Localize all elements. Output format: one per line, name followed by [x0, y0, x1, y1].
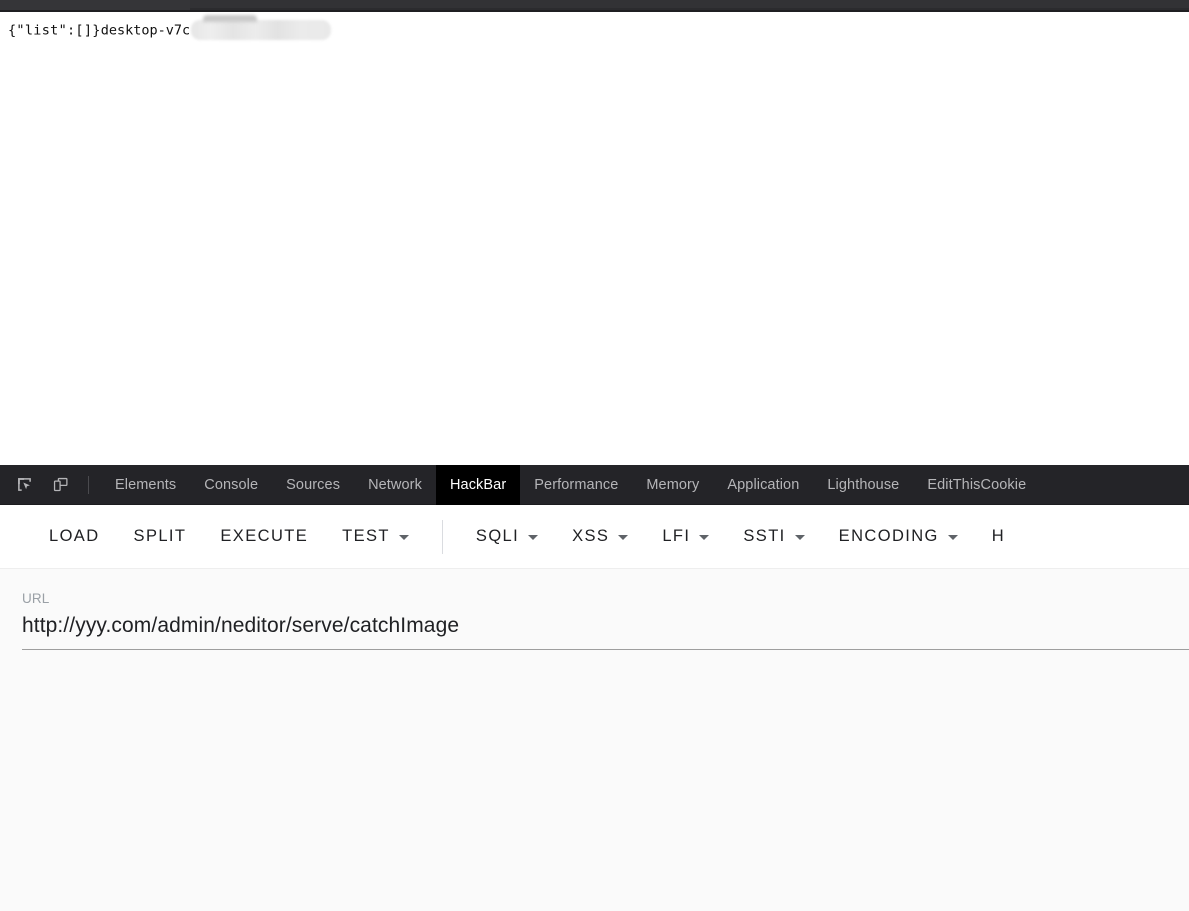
tab-network-label: Network	[368, 476, 422, 493]
url-field-label: URL	[22, 591, 50, 606]
tab-console[interactable]: Console	[190, 465, 272, 505]
load-button-label: LOAD	[49, 527, 100, 545]
toolbar-divider	[88, 475, 89, 494]
tab-sources-label: Sources	[286, 476, 341, 493]
tab-performance[interactable]: Performance	[520, 465, 632, 505]
sqli-menu-label: SQLI	[475, 527, 520, 545]
chevron-down-icon	[699, 535, 710, 540]
tab-performance-label: Performance	[534, 476, 619, 493]
chevron-down-icon	[618, 535, 629, 540]
redacted-hostname-block-cap	[203, 15, 257, 22]
encoding-menu-label: ENCODING	[838, 527, 939, 545]
tab-application[interactable]: Application	[713, 465, 813, 505]
url-input-underline	[22, 649, 1189, 650]
tab-memory[interactable]: Memory	[632, 465, 713, 505]
split-button-label: SPLIT	[133, 527, 187, 545]
devtools-tab-bar: Elements Console Sources Network HackBar…	[0, 464, 1189, 505]
tab-elements-label: Elements	[115, 476, 177, 493]
hashing-menu-label: H	[991, 527, 1006, 545]
tab-application-label: Application	[727, 476, 800, 493]
lfi-menu-label: LFI	[662, 527, 691, 545]
tab-hackbar[interactable]: HackBar	[435, 464, 521, 505]
redacted-hostname-block	[191, 20, 332, 40]
load-button[interactable]: LOAD	[32, 519, 117, 554]
tab-memory-label: Memory	[646, 476, 700, 493]
tab-sources[interactable]: Sources	[272, 465, 354, 505]
page-viewport: {"list":[]}desktop-v7c	[0, 12, 1189, 465]
tab-editthiscookie-label: EditThisCookie	[927, 476, 1027, 493]
device-toolbar-icon[interactable]	[46, 471, 74, 499]
tab-hackbar-label: HackBar	[449, 476, 507, 493]
page-response-text: {"list":[]}desktop-v7c	[8, 20, 332, 41]
ssti-menu-button[interactable]: SSTI	[726, 519, 821, 554]
hackbar-panel: LOAD SPLIT EXECUTE TEST SQLI XSS LFI SST…	[0, 505, 1189, 911]
lfi-menu-button[interactable]: LFI	[645, 519, 726, 554]
url-field-group: URL http://yyy.com/admin/neditor/serve/c…	[22, 590, 1189, 650]
sqli-menu-button[interactable]: SQLI	[459, 519, 555, 554]
split-button[interactable]: SPLIT	[117, 519, 204, 554]
hostname-text: desktop-v7c	[100, 22, 191, 39]
chevron-down-icon	[794, 535, 805, 540]
tab-lighthouse[interactable]: Lighthouse	[813, 465, 913, 505]
chrome-tab-strip-left	[0, 0, 190, 10]
execute-button-label: EXECUTE	[220, 527, 309, 545]
tab-lighthouse-label: Lighthouse	[827, 476, 900, 493]
inspect-element-icon[interactable]	[10, 471, 38, 499]
ssti-menu-label: SSTI	[743, 527, 786, 545]
chevron-down-icon	[947, 535, 958, 540]
chevron-down-icon	[398, 535, 409, 540]
json-response-value: {"list":[]}	[8, 22, 101, 39]
tab-editthiscookie[interactable]: EditThisCookie	[913, 465, 1040, 505]
xss-menu-button[interactable]: XSS	[555, 519, 645, 554]
url-input[interactable]: http://yyy.com/admin/neditor/serve/catch…	[22, 611, 1189, 641]
devtools-window: {"list":[]}desktop-v7c Elements Console …	[0, 0, 1189, 911]
chrome-tab-strip-right	[190, 0, 1189, 8]
test-menu-label: TEST	[342, 527, 390, 545]
tab-console-label: Console	[204, 476, 259, 493]
hackbar-toolbar-divider	[441, 519, 443, 554]
xss-menu-label: XSS	[572, 527, 610, 545]
encoding-menu-button[interactable]: ENCODING	[822, 519, 975, 554]
hashing-menu-button[interactable]: H	[975, 519, 1022, 554]
execute-button[interactable]: EXECUTE	[203, 519, 325, 554]
hackbar-toolbar: LOAD SPLIT EXECUTE TEST SQLI XSS LFI SST…	[0, 505, 1189, 569]
browser-chrome-strip	[0, 0, 1189, 10]
test-menu-button[interactable]: TEST	[325, 519, 426, 554]
devtools-tabs: Elements Console Sources Network HackBar…	[101, 464, 1040, 505]
tab-network[interactable]: Network	[354, 465, 436, 505]
tab-elements[interactable]: Elements	[101, 465, 190, 505]
chevron-down-icon	[528, 535, 539, 540]
